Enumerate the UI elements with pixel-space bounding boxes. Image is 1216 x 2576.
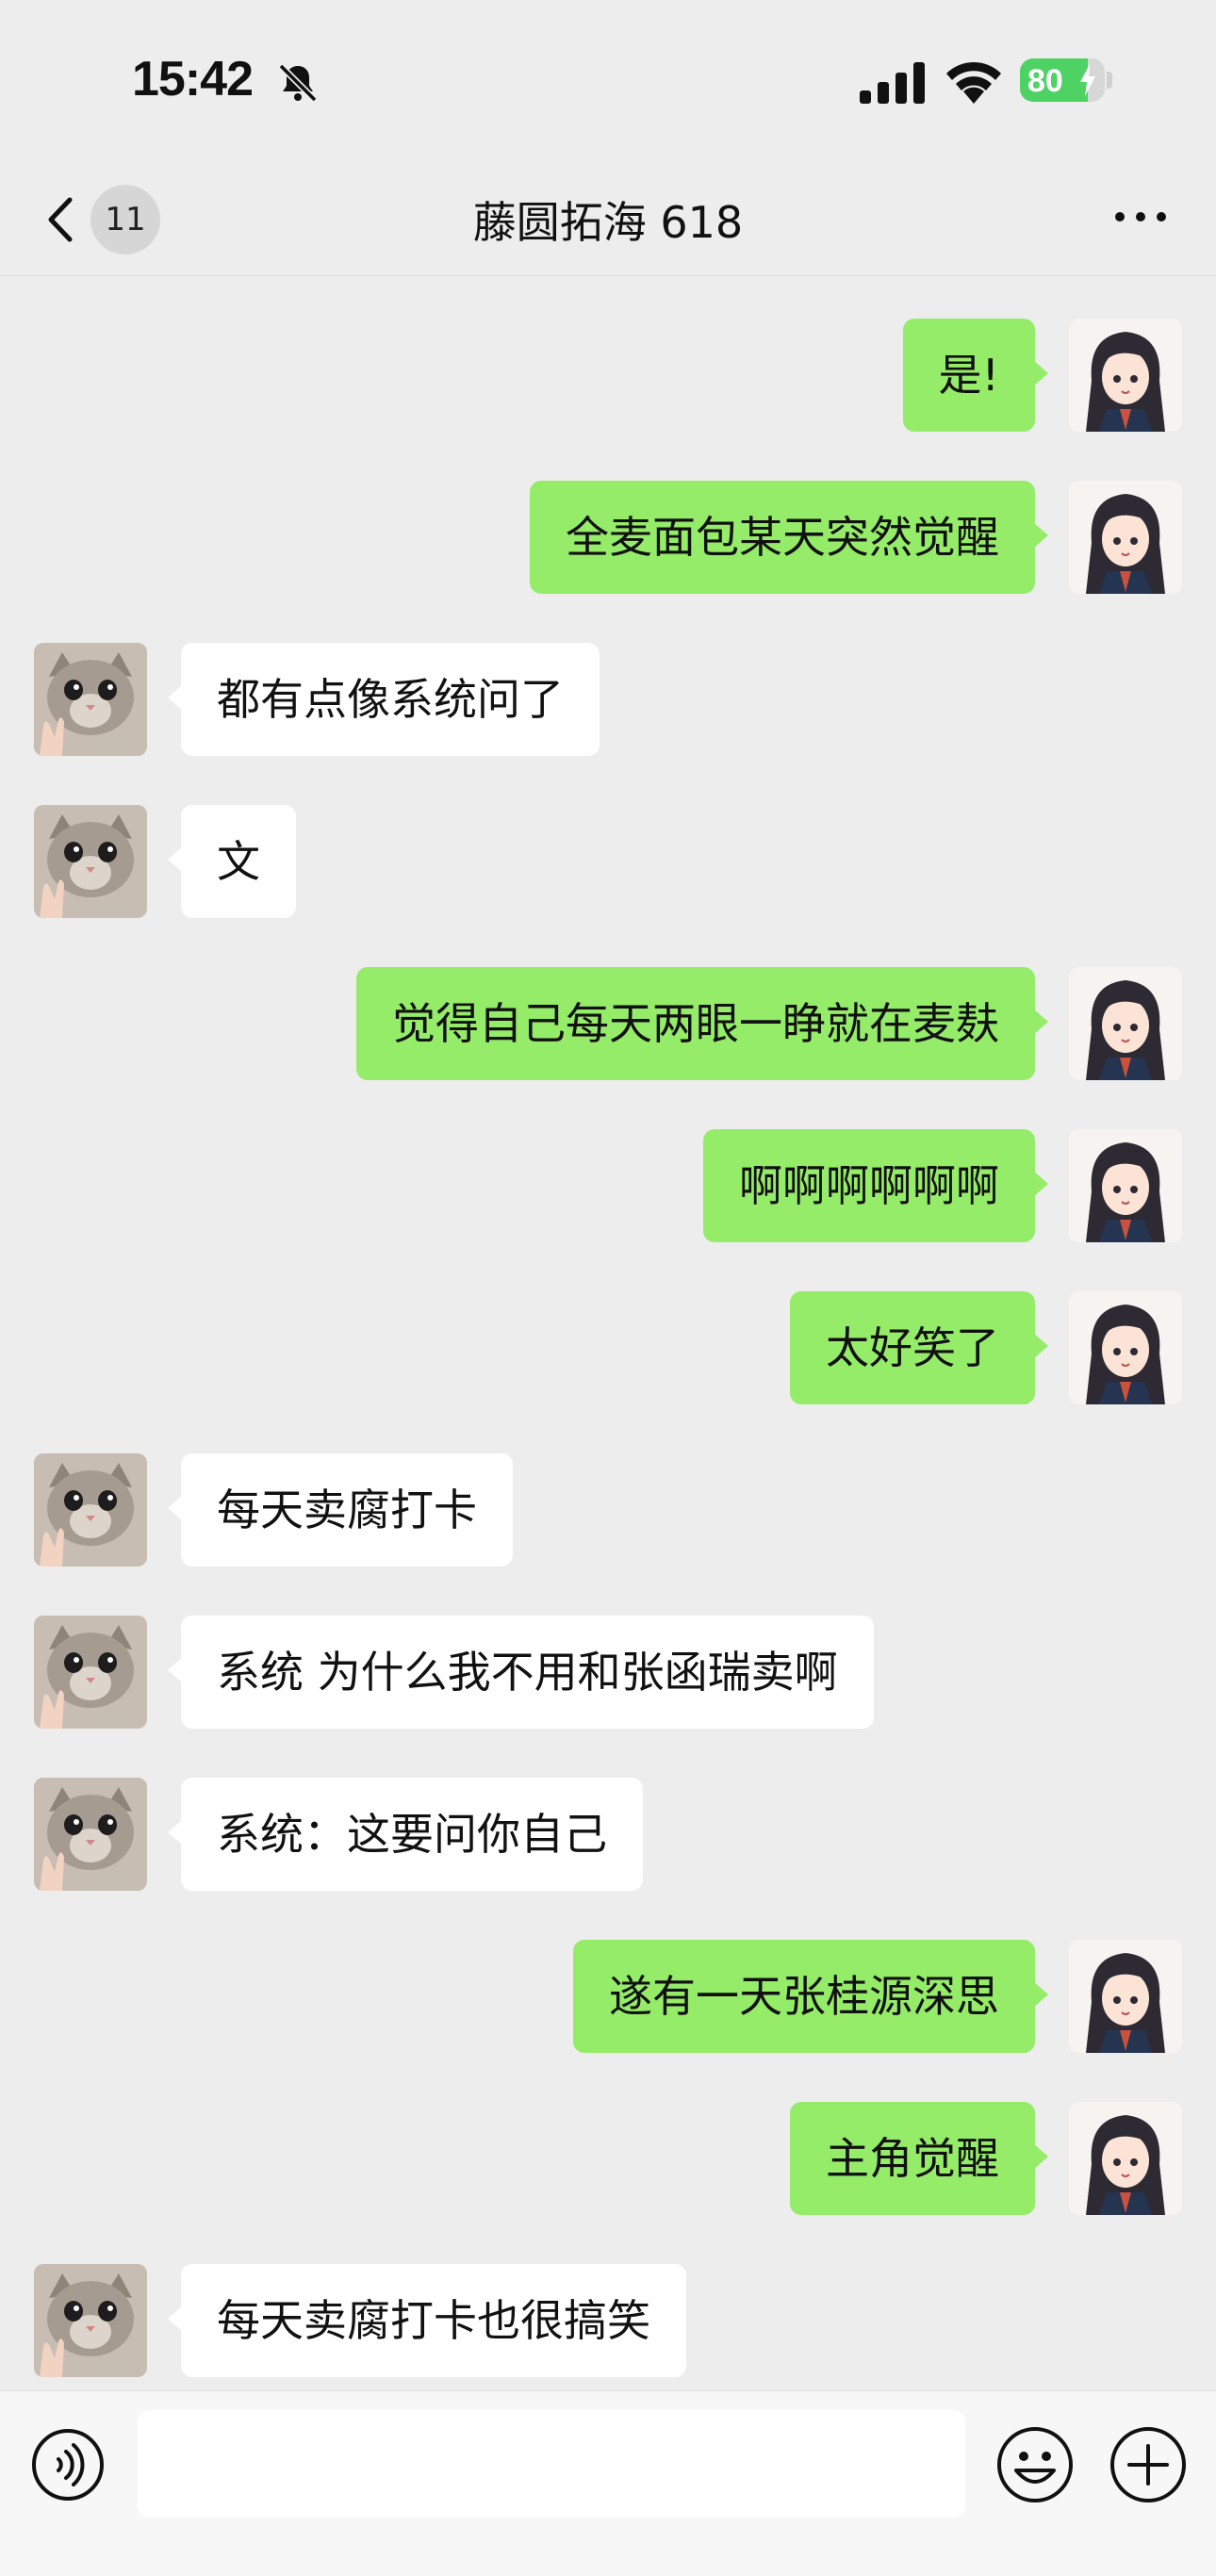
message-bubble[interactable]: 都有点像系统问了 xyxy=(168,643,600,756)
message-bubble[interactable]: 系统 为什么我不用和张函瑞卖啊 xyxy=(168,1616,874,1729)
message-row-sent: 觉得自己每天两眼一睁就在麦麸 xyxy=(0,967,1216,1080)
contact-avatar[interactable] xyxy=(34,1616,147,1729)
voice-icon[interactable] xyxy=(30,2427,106,2502)
contact-avatar[interactable] xyxy=(34,805,147,918)
message-row-received: 都有点像系统问了 xyxy=(0,643,1216,756)
contact-avatar[interactable] xyxy=(34,1778,147,1891)
my-avatar[interactable] xyxy=(1069,319,1182,432)
message-row-received: 系统 为什么我不用和张函瑞卖啊 xyxy=(0,1616,1216,1729)
message-row-sent: 全麦面包某天突然觉醒 xyxy=(0,481,1216,594)
signal-icon xyxy=(860,62,925,104)
message-bubble[interactable]: 觉得自己每天两眼一睁就在麦麸 xyxy=(356,967,1048,1080)
message-bubble[interactable]: 太好笑了 xyxy=(790,1291,1048,1404)
plus-icon[interactable] xyxy=(1109,2425,1188,2504)
wifi-icon xyxy=(946,61,1001,104)
message-input[interactable] xyxy=(138,2410,965,2518)
message-bubble[interactable]: 全麦面包某天突然觉醒 xyxy=(530,481,1048,594)
message-bubble[interactable]: 系统：这要问你自己 xyxy=(168,1778,643,1891)
message-row-sent: 遂有一天张桂源深思 xyxy=(0,1940,1216,2053)
message-bubble[interactable]: 啊啊啊啊啊啊 xyxy=(703,1129,1048,1242)
my-avatar[interactable] xyxy=(1069,2102,1182,2215)
contact-avatar[interactable] xyxy=(34,1453,147,1567)
message-row-sent: 太好笑了 xyxy=(0,1291,1216,1404)
chat-header: 11 藤圆拓海 618 xyxy=(0,160,1216,276)
message-row-sent: 主角觉醒 xyxy=(0,2102,1216,2215)
message-bubble[interactable]: 每天卖腐打卡也很搞笑 xyxy=(168,2264,686,2377)
status-time: 15:42 xyxy=(132,52,254,107)
message-row-received: 系统：这要问你自己 xyxy=(0,1778,1216,1891)
my-avatar[interactable] xyxy=(1069,1291,1182,1404)
battery-label: 80 xyxy=(1027,63,1063,99)
more-icon[interactable] xyxy=(1103,189,1178,245)
message-bubble[interactable]: 是! xyxy=(902,319,1049,432)
input-bar xyxy=(0,2390,1216,2576)
message-row-sent: 是! xyxy=(0,319,1216,432)
message-list[interactable]: 是! 全麦面包某天突然觉醒 都有点像系统问了 文 觉得自己每天两眼一睁就在麦麸 xyxy=(0,276,1216,2387)
contact-avatar[interactable] xyxy=(34,643,147,756)
message-row-received: 每天卖腐打卡 xyxy=(0,1453,1216,1567)
my-avatar[interactable] xyxy=(1069,1940,1182,2053)
status-bar: 15:42 80 xyxy=(0,0,1216,160)
my-avatar[interactable] xyxy=(1069,481,1182,594)
message-row-sent: 啊啊啊啊啊啊 xyxy=(0,1129,1216,1242)
message-bubble[interactable]: 文 xyxy=(168,805,296,918)
my-avatar[interactable] xyxy=(1069,967,1182,1080)
battery-cap xyxy=(1107,72,1112,89)
message-row-received: 每天卖腐打卡也很搞笑 xyxy=(0,2264,1216,2377)
battery-indicator: 80 xyxy=(1020,58,1105,102)
message-bubble[interactable]: 遂有一天张桂源深思 xyxy=(573,1940,1048,2053)
bell-slash-icon xyxy=(278,63,318,103)
chat-title: 藤圆拓海 618 xyxy=(472,197,744,248)
emoji-icon[interactable] xyxy=(995,2425,1075,2504)
my-avatar[interactable] xyxy=(1069,1129,1182,1242)
charging-bolt-icon xyxy=(1080,64,1095,96)
contact-avatar[interactable] xyxy=(34,2264,147,2377)
message-row-received: 文 xyxy=(0,805,1216,918)
message-bubble[interactable]: 主角觉醒 xyxy=(790,2102,1048,2215)
message-bubble[interactable]: 每天卖腐打卡 xyxy=(168,1453,513,1567)
